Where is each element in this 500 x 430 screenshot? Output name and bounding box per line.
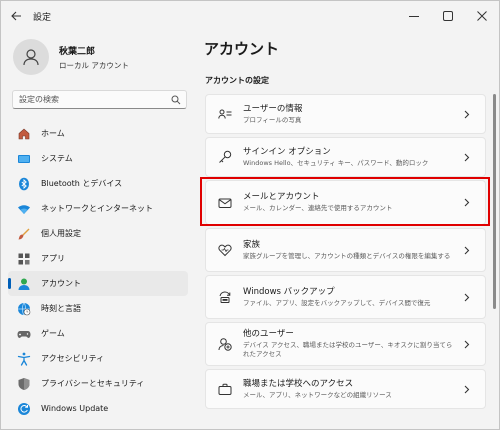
sidebar-item-label: プライバシーとセキュリティ bbox=[41, 379, 145, 388]
card-title: 他のユーザー bbox=[243, 329, 294, 339]
key-icon bbox=[216, 148, 234, 166]
card-subtitle: メール、アプリ、ネットワークなどの組織リソース bbox=[243, 390, 392, 399]
card-subtitle: デバイス アクセス、職場または学校のユーザー、キオスクに割り当てられたアクセス bbox=[243, 341, 453, 358]
sidebar-item-accounts[interactable]: アカウント bbox=[8, 271, 188, 296]
card-title: メールとアカウント bbox=[243, 192, 320, 202]
chevron-right-icon bbox=[463, 152, 471, 162]
sidebar-item-apps[interactable]: アプリ bbox=[8, 246, 188, 271]
close-icon bbox=[477, 11, 487, 21]
chevron-right-icon bbox=[463, 245, 471, 255]
search-input[interactable] bbox=[19, 95, 166, 104]
chevron-right-icon bbox=[463, 384, 471, 394]
brush-icon bbox=[16, 226, 32, 242]
section-title: アカウントの設定 bbox=[205, 76, 269, 85]
shield-icon bbox=[16, 376, 32, 392]
search-icon[interactable] bbox=[166, 95, 186, 105]
bluetooth-icon bbox=[16, 176, 32, 192]
family-heart-icon bbox=[216, 241, 234, 259]
card-title: Windows バックアップ bbox=[243, 286, 335, 297]
sidebar-item-label: アクセシビリティ bbox=[41, 354, 105, 363]
close-button[interactable] bbox=[465, 1, 499, 31]
card-title: ユーザーの情報 bbox=[243, 103, 303, 114]
settings-cards: ユーザーの情報 プロフィールの写真 サインイン オプション Windows He… bbox=[205, 94, 486, 412]
chevron-right-icon bbox=[463, 109, 471, 119]
sidebar-item-windows-update[interactable]: Windows Update bbox=[8, 396, 188, 421]
card-email-accounts[interactable]: メールとアカウント メール、カレンダー、連絡先で使用するアカウント bbox=[205, 180, 486, 225]
person-avatar-icon bbox=[23, 49, 39, 66]
sidebar-item-network[interactable]: ネットワークとインターネット bbox=[8, 196, 188, 221]
sidebar-item-accessibility[interactable]: アクセシビリティ bbox=[8, 346, 188, 371]
minimize-icon bbox=[409, 16, 419, 17]
accessibility-icon bbox=[16, 351, 32, 367]
sidebar-item-label: ホーム bbox=[41, 129, 65, 138]
card-work-school[interactable]: 職場または学校へのアクセス メール、アプリ、ネットワークなどの組織リソース bbox=[205, 369, 486, 409]
caption-buttons bbox=[397, 1, 499, 31]
sidebar-item-privacy[interactable]: プライバシーとセキュリティ bbox=[8, 371, 188, 396]
card-windows-backup[interactable]: Windows バックアップ ファイル、アプリ、設定をバックアップして、デバイス… bbox=[205, 275, 486, 319]
sidebar-item-label: Windows Update bbox=[41, 404, 109, 413]
card-title: 家族 bbox=[243, 239, 261, 250]
home-icon bbox=[16, 126, 32, 142]
chevron-right-icon bbox=[463, 339, 471, 349]
card-sign-in-options[interactable]: サインイン オプション Windows Hello、セキュリティ キー、パスワー… bbox=[205, 137, 486, 177]
card-subtitle: ファイル、アプリ、設定をバックアップして、デバイス間で復元 bbox=[243, 298, 431, 307]
card-subtitle: Windows Hello、セキュリティ キー、パスワード、動的ロック bbox=[243, 158, 429, 167]
chevron-right-icon bbox=[463, 198, 471, 208]
display-icon bbox=[16, 151, 32, 167]
sidebar-item-label: アプリ bbox=[41, 254, 65, 263]
page-title: アカウント bbox=[204, 40, 280, 58]
sidebar-item-system[interactable]: システム bbox=[8, 146, 188, 171]
backup-icon bbox=[216, 288, 234, 306]
card-family[interactable]: 家族 家族グループを管理し、アカウントの種類とデバイスの権限を編集する bbox=[205, 228, 486, 272]
sidebar-item-gaming[interactable]: ゲーム bbox=[8, 321, 188, 346]
sidebar-item-personalization[interactable]: 個人用設定 bbox=[8, 221, 188, 246]
card-user-info[interactable]: ユーザーの情報 プロフィールの写真 bbox=[205, 94, 486, 134]
add-user-icon bbox=[216, 335, 234, 353]
apps-icon bbox=[16, 251, 32, 267]
card-subtitle: プロフィールの写真 bbox=[243, 115, 302, 124]
card-title: 職場または学校へのアクセス bbox=[243, 378, 354, 389]
back-button[interactable] bbox=[1, 1, 31, 31]
user-account-type: ローカル アカウント bbox=[59, 60, 129, 70]
user-name: 秋葉二郎 bbox=[59, 46, 96, 57]
maximize-icon bbox=[443, 11, 453, 21]
gamepad-icon bbox=[16, 326, 32, 342]
sidebar-item-bluetooth[interactable]: Bluetooth とデバイス bbox=[8, 171, 188, 196]
wifi-icon bbox=[16, 201, 32, 217]
scrollbar[interactable] bbox=[493, 94, 496, 309]
sidebar-item-time-language[interactable]: 時刻と言語 bbox=[8, 296, 188, 321]
card-subtitle: 家族グループを管理し、アカウントの種類とデバイスの権限を編集する bbox=[243, 251, 451, 260]
search-box[interactable] bbox=[12, 90, 187, 109]
sidebar-item-label: ゲーム bbox=[41, 329, 65, 338]
sidebar-item-home[interactable]: ホーム bbox=[8, 121, 188, 146]
sidebar-item-label: アカウント bbox=[41, 279, 81, 288]
back-arrow-icon bbox=[10, 11, 21, 21]
sidebar-nav: ホーム システム Bluetooth とデバイス ネットワークとインターネット … bbox=[8, 121, 188, 421]
app-title: 設定 bbox=[33, 12, 52, 23]
chevron-right-icon bbox=[463, 292, 471, 302]
title-bar: 設定 bbox=[1, 1, 499, 31]
mail-icon bbox=[216, 194, 234, 212]
user-profile[interactable]: 秋葉二郎 ローカル アカウント bbox=[13, 39, 129, 75]
globe-clock-icon bbox=[16, 301, 32, 317]
minimize-button[interactable] bbox=[397, 1, 431, 31]
maximize-button[interactable] bbox=[431, 1, 465, 31]
briefcase-icon bbox=[216, 380, 234, 398]
user-info-icon bbox=[216, 105, 234, 123]
sidebar-item-label: 個人用設定 bbox=[41, 229, 81, 238]
card-other-users[interactable]: 他のユーザー デバイス アクセス、職場または学校のユーザー、キオスクに割り当てら… bbox=[205, 322, 486, 366]
person-icon bbox=[16, 276, 32, 292]
sidebar-item-label: システム bbox=[41, 154, 73, 163]
settings-window: 設定 秋葉二郎 ローカル アカウント 設定の検索 ホーム システム Blueto… bbox=[0, 0, 500, 430]
card-subtitle: メール、カレンダー、連絡先で使用するアカウント bbox=[243, 204, 393, 212]
sidebar-item-label: Bluetooth とデバイス bbox=[41, 179, 123, 188]
avatar bbox=[13, 39, 49, 75]
sidebar-item-label: 時刻と言語 bbox=[41, 304, 81, 313]
card-title: サインイン オプション bbox=[243, 146, 331, 157]
sidebar-item-label: ネットワークとインターネット bbox=[41, 204, 153, 213]
update-icon bbox=[16, 401, 32, 417]
